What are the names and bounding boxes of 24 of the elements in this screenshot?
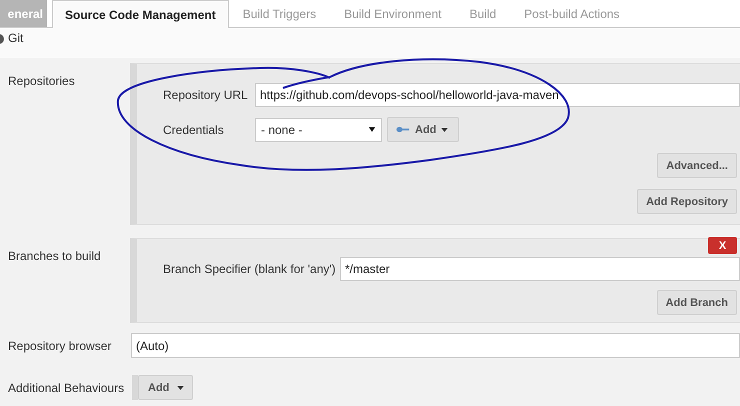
field-label: Credentials — [162, 122, 225, 136]
caret-icon — [441, 128, 448, 132]
input-field[interactable]: */master — [340, 257, 740, 281]
scm-label: Git — [8, 31, 24, 45]
field-label: Branch Specifier (blank for 'any') — [162, 262, 337, 276]
input-field[interactable]: (Auto) — [131, 333, 740, 358]
credentials-dropdown[interactable]: - none - — [255, 118, 382, 142]
caret-icon — [177, 386, 184, 390]
section-label: Additional Behaviours — [7, 380, 126, 394]
add-button[interactable]: Add — [138, 375, 194, 400]
section-label: Repositories — [7, 73, 76, 90]
field-label: Repository URL — [162, 88, 249, 102]
input-field[interactable]: https://github.com/devops-school/helloworld-java-maven — [255, 83, 740, 107]
delete-button[interactable]: X — [708, 237, 737, 254]
key-icon — [396, 126, 410, 133]
add-repository-button[interactable]: Add Repository — [637, 189, 737, 214]
section-label: Repository browser — [7, 338, 112, 352]
advanced-button[interactable]: Advanced... — [657, 153, 737, 178]
add-button[interactable]: Add — [387, 117, 459, 142]
section-label: Branches to build — [7, 248, 102, 265]
tab[interactable]: Source Code Management — [52, 0, 229, 28]
add-branch-button[interactable]: Add Branch — [656, 290, 737, 315]
section-bar — [132, 375, 138, 400]
caret-icon — [368, 126, 376, 133]
